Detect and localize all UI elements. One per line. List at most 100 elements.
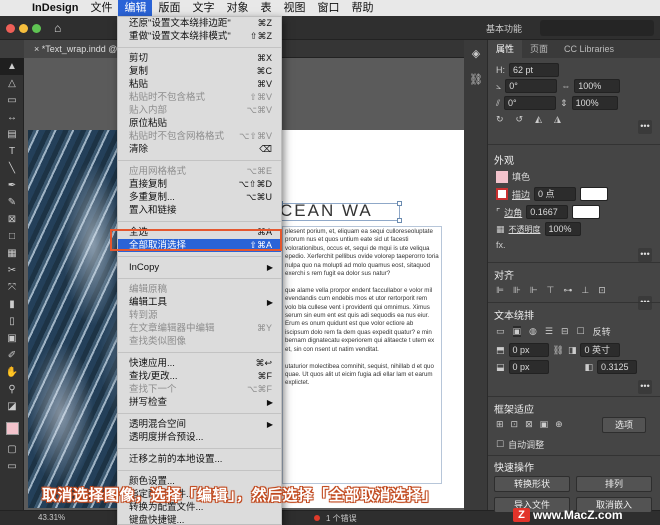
edit-menu-item[interactable]: 直接复制 ⌥⇧⌘D (118, 178, 281, 191)
align-top-icon[interactable]: ⊤ (547, 285, 555, 296)
gap-tool-icon[interactable]: ↔ (0, 109, 24, 126)
fill-stroke-swatch[interactable] (0, 415, 24, 441)
layers-icon[interactable]: ◈ (464, 40, 488, 66)
hand-tool-icon[interactable]: ✋ (0, 364, 24, 381)
tab-properties[interactable]: 属性 (488, 40, 523, 58)
more-options-button[interactable]: ••• (638, 296, 652, 310)
bottom-offset-field[interactable]: 0 px (508, 360, 549, 374)
stroke-swatch[interactable] (496, 188, 508, 200)
flip-horizontal-icon[interactable]: ◭ (535, 114, 542, 125)
edit-menu-item[interactable]: 还原"设置文本绕排边距" ⌘Z (118, 17, 281, 30)
corner-options-icon[interactable]: ⌜ (496, 207, 500, 218)
zoom-window-button[interactable] (32, 24, 41, 33)
jump-next-column-icon[interactable]: ⊟ (561, 326, 569, 337)
scissors-tool-icon[interactable]: ✂ (0, 262, 24, 279)
tab-pages[interactable]: 页面 (522, 40, 556, 58)
edit-menu-item[interactable]: 迁移之前的本地设置... (118, 453, 281, 466)
formatting-affects-container-icon[interactable]: ▢ (0, 441, 24, 458)
note-tool-icon[interactable]: ▣ (0, 330, 24, 347)
align-left-icon[interactable]: ⊫ (496, 285, 504, 296)
free-transform-tool-icon[interactable]: ⤧ (0, 279, 24, 296)
fill-frame-proportionally-icon[interactable]: ⊞ (496, 419, 504, 430)
edit-menu-item[interactable]: 复制 ⌘C (118, 65, 281, 78)
arrange-button[interactable]: 排列 (576, 476, 652, 492)
center-content-icon[interactable]: ⊕ (555, 419, 563, 430)
default-colors-icon[interactable]: ◪ (0, 398, 24, 415)
fit-frame-to-content-icon[interactable]: ⊠ (525, 419, 533, 430)
edit-menu-item[interactable]: 多重复制... ⌥⌘U (118, 191, 281, 204)
edit-menu-item[interactable]: 查找/更改... ⌘F (118, 370, 281, 383)
left-offset-field[interactable]: 0.3125 (597, 360, 638, 374)
effects-icon[interactable]: fx. (496, 240, 506, 250)
frame-handle[interactable] (397, 218, 402, 223)
close-tab-icon[interactable]: × (34, 44, 42, 54)
shear-angle-field[interactable]: 0° (504, 96, 557, 110)
close-window-button[interactable] (6, 24, 15, 33)
selection-tool-icon[interactable]: ▲ (0, 58, 24, 75)
rectangle-frame-tool-icon[interactable]: ⊠ (0, 211, 24, 228)
stroke-label[interactable]: 描边 (512, 188, 530, 201)
corner-radius-field[interactable]: 0.1667 (526, 205, 569, 219)
wrap-bounding-box-icon[interactable]: ▣ (512, 326, 522, 337)
line-tool-icon[interactable]: ╲ (0, 160, 24, 177)
fit-content-proportionally-icon[interactable]: ⊡ (511, 419, 519, 430)
opacity-field[interactable]: 100% (544, 222, 581, 236)
menu-help[interactable]: 帮助 (345, 0, 379, 16)
edit-menu-item[interactable]: 键盘快捷键... (118, 514, 281, 524)
edit-menu-item[interactable]: 原位粘贴 (118, 117, 281, 130)
links-icon[interactable]: ⛓ (464, 66, 488, 92)
menu-type[interactable]: 文字 (186, 0, 220, 16)
more-options-button[interactable]: ••• (638, 120, 652, 134)
rotate-ccw-icon[interactable]: ↺ (516, 114, 524, 125)
content-collector-icon[interactable]: ▤ (0, 126, 24, 143)
height-field[interactable]: 62 pt (509, 63, 559, 77)
edit-menu-item[interactable]: 编辑工具 ▶ (118, 296, 281, 309)
eyedropper-tool-icon[interactable]: ✐ (0, 347, 24, 364)
edit-menu-item[interactable]: InCopy ▶ (118, 261, 281, 274)
top-offset-field[interactable]: 0 px (508, 343, 549, 357)
menu-object[interactable]: 对象 (220, 0, 254, 16)
auto-fit-checkbox[interactable]: ☐ (496, 439, 504, 450)
align-bottom-icon[interactable]: ⊥ (581, 285, 589, 296)
home-icon[interactable]: ⌂ (54, 21, 61, 35)
pencil-tool-icon[interactable]: ✎ (0, 194, 24, 211)
menu-window[interactable]: 窗口 (311, 0, 345, 16)
scale-x-field[interactable]: 100% (574, 79, 621, 93)
frame-fit-options-button[interactable]: 选项 (602, 417, 646, 433)
opacity-label[interactable]: 不透明度 (509, 224, 541, 235)
body-text-frame[interactable]: plesent porium, et, eliquam ea sequi cul… (282, 226, 442, 484)
edit-menu-item[interactable]: 粘贴 ⌘V (118, 78, 281, 91)
fill-swatch[interactable] (496, 170, 508, 183)
more-options-button[interactable]: ••• (638, 248, 652, 262)
corner-label[interactable]: 边角 (504, 206, 522, 219)
wrap-object-shape-icon[interactable]: ◍ (529, 326, 537, 337)
frame-handle[interactable] (397, 201, 402, 206)
link-offsets-icon[interactable]: ⛓ (553, 345, 564, 356)
rotate-cw-icon[interactable]: ↻ (496, 114, 504, 125)
pen-tool-icon[interactable]: ✒ (0, 177, 24, 194)
gradient-feather-tool-icon[interactable]: ▯ (0, 313, 24, 330)
gradient-tool-icon[interactable]: ▮ (0, 296, 24, 313)
more-options-button[interactable]: ••• (638, 380, 652, 394)
fit-content-to-frame-icon[interactable]: ▣ (540, 419, 549, 430)
minimize-window-button[interactable] (19, 24, 28, 33)
align-center-icon[interactable]: ⊪ (513, 285, 521, 296)
jump-object-icon[interactable]: ☰ (545, 326, 553, 337)
edit-menu-item[interactable]: 快速应用... ⌘↩ (118, 357, 281, 370)
convert-shape-button[interactable]: 转换形状 (494, 476, 570, 492)
align-to-icon[interactable]: ⊡ (598, 285, 606, 296)
align-middle-icon[interactable]: ⊶ (563, 285, 572, 296)
screen-mode-icon[interactable]: ▭ (0, 458, 24, 475)
menu-layout[interactable]: 版面 (152, 0, 186, 16)
corner-shape-dropdown[interactable] (572, 205, 601, 219)
align-right-icon[interactable]: ⊩ (530, 285, 538, 296)
menu-edit[interactable]: 编辑 (118, 0, 153, 16)
stroke-weight-field[interactable]: 0 点 (534, 187, 577, 201)
tab-cc-libraries[interactable]: CC Libraries (556, 40, 622, 58)
preflight-errors[interactable]: 1 个错误 (326, 513, 357, 524)
zoom-level[interactable]: 43.31% (38, 513, 65, 522)
menu-file[interactable]: 文件 (84, 0, 118, 16)
rotation-angle-field[interactable]: 0° (505, 79, 558, 93)
menu-view[interactable]: 视图 (277, 0, 311, 16)
no-wrap-icon[interactable]: ▭ (496, 326, 505, 337)
